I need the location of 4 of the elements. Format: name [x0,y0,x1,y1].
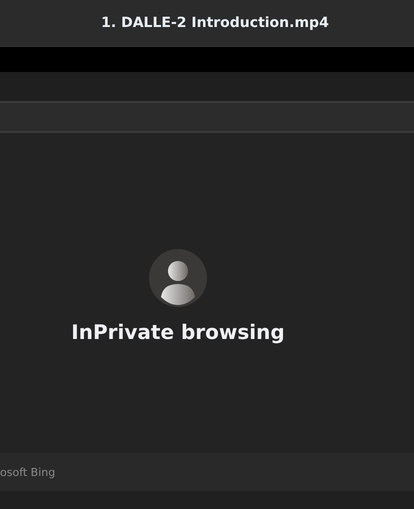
page-heading: InPrivate browsing [71,320,285,344]
window-title: 1. DALLE-2 Introduction.mp4 [101,15,329,31]
person-icon [149,249,207,307]
footer-text: osoft Bing [0,466,56,478]
